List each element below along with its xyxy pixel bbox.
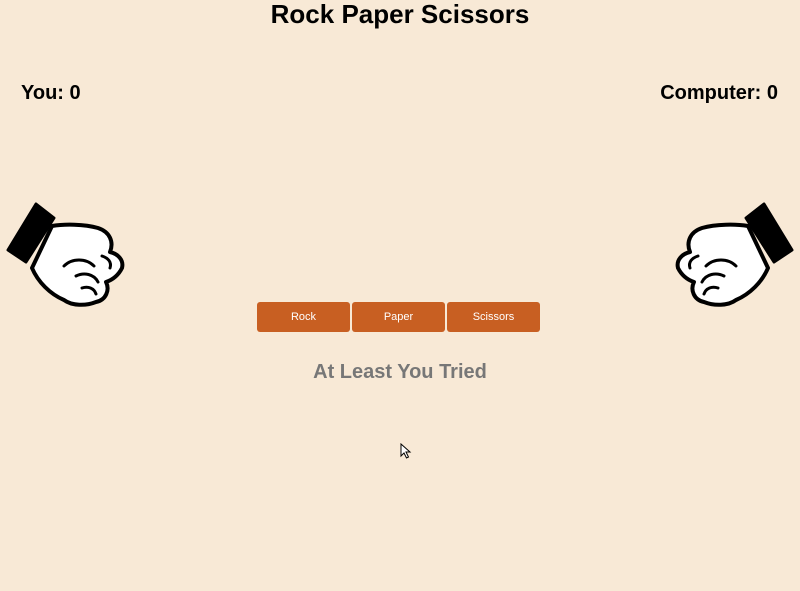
rock-button[interactable]: Rock — [257, 302, 350, 332]
scissors-button[interactable]: Scissors — [447, 302, 540, 332]
result-message: At Least You Tried — [313, 361, 487, 383]
player-score: You: 0 — [21, 82, 81, 104]
game-title: Rock Paper Scissors — [270, 0, 530, 29]
paper-button[interactable]: Paper — [352, 302, 445, 332]
mouse-cursor-icon — [400, 443, 412, 459]
choice-buttons: Rock Paper Scissors — [257, 302, 540, 332]
computer-fist-icon — [675, 202, 794, 307]
player-fist-icon — [6, 202, 125, 307]
computer-score: Computer: 0 — [660, 82, 778, 104]
